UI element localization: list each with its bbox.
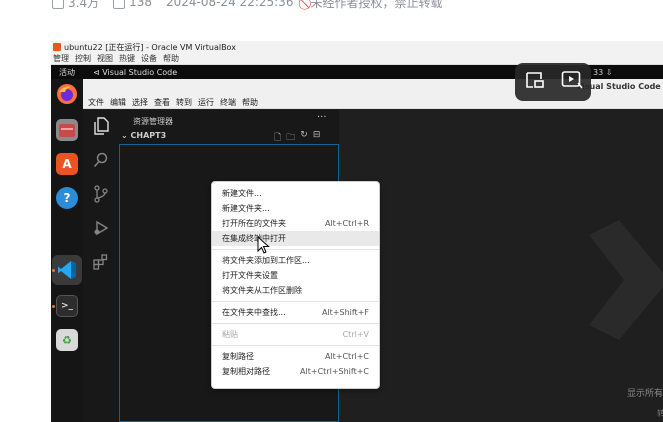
editor-area: 显示所有 转到 — [339, 110, 663, 422]
copyright-notice: ⃠未经作者授权，禁止转载 — [310, 0, 443, 10]
menu-item-remove-folder[interactable]: 将文件夹从工作区删除 — [212, 283, 379, 298]
play-count-icon — [52, 0, 64, 9]
virtualbox-titlebar: ubuntu22 [正在运行] - Oracle VM VirtualBox — [51, 41, 663, 53]
editor-hint-goto: 转到 — [657, 409, 663, 418]
vbox-menu-hotkey[interactable]: 热键 — [119, 53, 135, 64]
menu-edit[interactable]: 编辑 — [110, 97, 126, 108]
mouse-cursor-icon — [257, 236, 270, 254]
menu-go[interactable]: 转到 — [176, 97, 192, 108]
menu-item-reveal-folder[interactable]: 打开所在的文件夹 Alt+Ctrl+R — [212, 216, 379, 231]
running-indicator — [52, 305, 55, 308]
more-actions-icon[interactable]: ··· — [317, 112, 327, 123]
extensions-icon[interactable] — [91, 252, 111, 272]
shortcut-label: Alt+Shift+F — [321, 308, 369, 317]
explorer-header: 资源管理器 — [133, 117, 173, 126]
tray-icon: ⇩ — [605, 67, 613, 77]
menu-item-copy-path[interactable]: 复制路径 Alt+Ctrl+C — [212, 349, 379, 364]
mini-player-icon[interactable] — [561, 70, 583, 94]
chevron-down-icon: ⌄ — [121, 131, 131, 140]
views-stat: 3.4万 — [52, 0, 99, 11]
app-store-icon[interactable]: A — [56, 153, 78, 175]
publish-datetime: 2024-08-24 22:25:36 — [166, 0, 294, 9]
menu-file[interactable]: 文件 — [88, 97, 104, 108]
explorer-context-menu: 新建文件... 新建文件夹... 打开所在的文件夹 Alt+Ctrl+R 在集成终… — [211, 181, 380, 389]
virtualbox-title: ubuntu22 [正在运行] - Oracle VM VirtualBox — [64, 42, 236, 52]
activity-bar — [83, 110, 119, 422]
menu-separator — [212, 345, 379, 346]
shortcut-label: Alt+Ctrl+C — [324, 352, 369, 361]
menu-item-open-folder-settings[interactable]: 打开文件夹设置 — [212, 268, 379, 283]
recycle-glyph: ♻ — [62, 333, 72, 347]
menu-item-new-file[interactable]: 新建文件... — [212, 186, 379, 201]
screenshot-page: 3.4万 138 2024-08-24 22:25:36 ⃠未经作者授权，禁止转… — [0, 0, 663, 422]
vscode-small-icon: ⊲ — [93, 67, 103, 77]
vbox-menu-manage[interactable]: 管理 — [53, 53, 69, 64]
shortcut-label: Ctrl+V — [342, 330, 369, 339]
activities-button[interactable]: 活动 — [51, 67, 83, 78]
menu-item-copy-relative-path[interactable]: 复制相对路径 Alt+Ctrl+Shift+C — [212, 364, 379, 379]
vbox-menu-view[interactable]: 视图 — [97, 53, 113, 64]
menu-item-find-in-folder[interactable]: 在文件夹中查找... Alt+Shift+F — [212, 305, 379, 320]
vscode-icon[interactable] — [56, 259, 78, 281]
vscode-watermark-icon — [589, 220, 663, 340]
menu-item-new-folder[interactable]: 新建文件夹... — [212, 201, 379, 216]
shortcut-label: Alt+Ctrl+R — [324, 219, 369, 228]
menu-item-open-in-terminal[interactable]: 在集成终端中打开 — [212, 231, 379, 246]
video-float-controls — [515, 63, 591, 101]
trash-icon[interactable]: ♻ — [56, 329, 78, 351]
picture-in-picture-icon[interactable] — [524, 71, 544, 93]
vbox-menu-devices[interactable]: 设备 — [141, 53, 157, 64]
source-control-icon[interactable] — [91, 184, 111, 204]
menu-separator — [212, 249, 379, 250]
ubuntu-dock: A ? >_ ♻ — [51, 79, 83, 422]
folder-header[interactable]: ⌄ CHAPT3 — [121, 131, 166, 140]
menu-separator — [212, 323, 379, 324]
menu-terminal[interactable]: 终端 — [220, 97, 236, 108]
comment-icon — [113, 0, 126, 9]
top-bar-clock[interactable]: 33 ⇩ — [593, 68, 612, 77]
running-indicator — [52, 269, 55, 272]
terminal-prompt-glyph: >_ — [60, 301, 74, 311]
vbox-menu-help[interactable]: 帮助 — [163, 53, 179, 64]
menu-view[interactable]: 查看 — [154, 97, 170, 108]
menu-selection[interactable]: 选择 — [132, 97, 148, 108]
menu-item-paste: 粘贴 Ctrl+V — [222, 330, 369, 339]
vbox-menu-control[interactable]: 控制 — [75, 53, 91, 64]
files-icon[interactable] — [56, 119, 78, 141]
editor-hint-show-all: 显示所有 — [627, 389, 663, 399]
menu-item-add-folder-to-workspace[interactable]: 将文件夹添加到工作区... — [212, 253, 379, 268]
article-meta: 3.4万 138 2024-08-24 22:25:36 ⃠未经作者授权，禁止转… — [52, 0, 442, 11]
shortcut-label: Alt+Ctrl+Shift+C — [300, 367, 369, 376]
firefox-icon[interactable] — [56, 83, 78, 105]
terminal-icon[interactable]: >_ — [56, 295, 78, 317]
explorer-icon[interactable] — [91, 116, 111, 136]
virtualbox-logo-icon — [53, 43, 61, 51]
comments-stat: 138 — [113, 0, 152, 9]
search-icon[interactable] — [91, 150, 111, 170]
menu-run[interactable]: 运行 — [198, 97, 214, 108]
menu-help[interactable]: 帮助 — [242, 97, 258, 108]
menu-separator — [212, 301, 379, 302]
help-icon[interactable]: ? — [56, 187, 78, 209]
run-debug-icon[interactable] — [91, 218, 111, 238]
active-app-menu[interactable]: ⊲ Visual Studio Code — [93, 68, 177, 77]
